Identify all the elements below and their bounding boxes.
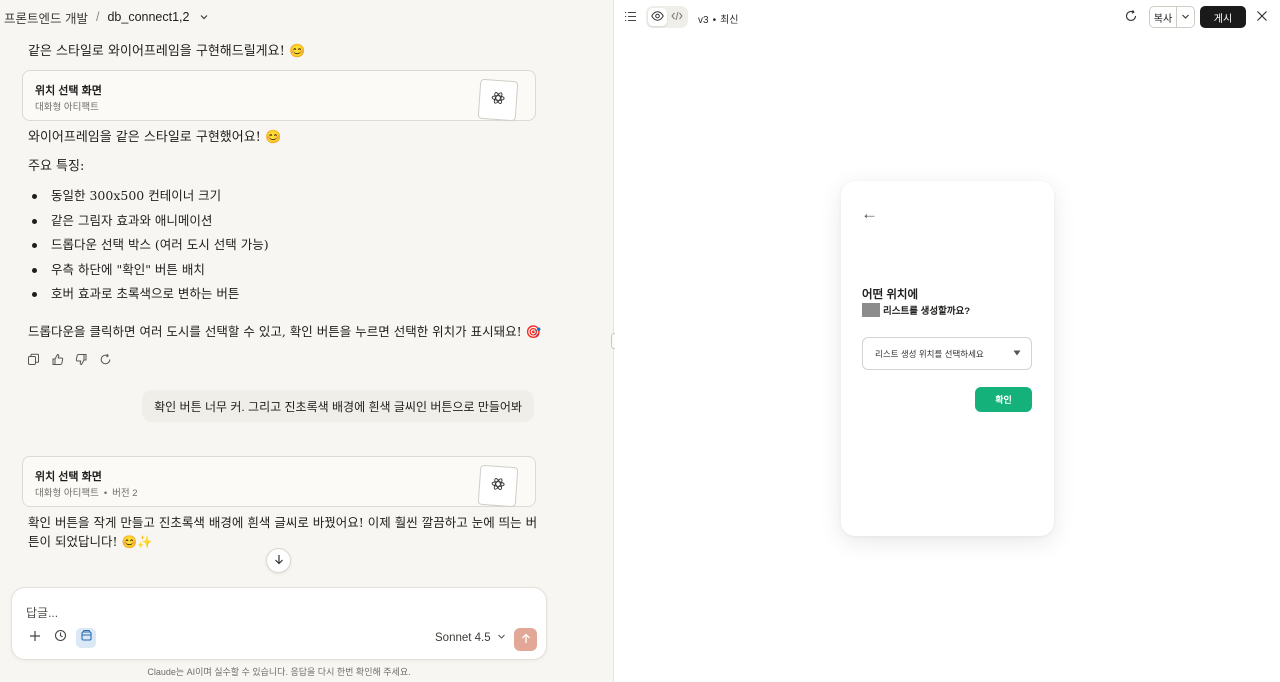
artifact-title: 위치 선택 화면	[35, 85, 102, 97]
list-item: 우측 하단에 "확인" 버튼 배치	[32, 260, 269, 285]
features-list: 동일한 300x500 컨테이너 크기 같은 그림자 효과와 애니메이션 드롭다…	[32, 186, 269, 309]
confirm-button[interactable]: 확인	[975, 387, 1032, 412]
archive-box-icon	[80, 629, 93, 647]
list-item: 동일한 300x500 컨테이너 크기	[32, 186, 269, 211]
eye-icon	[651, 8, 664, 26]
close-icon[interactable]	[1256, 10, 1269, 23]
breadcrumb-project-folder[interactable]: 프론트엔드 개발	[4, 8, 88, 27]
question-title-line2: 리스트를 생성할까요?	[862, 303, 970, 317]
redacted-block	[862, 303, 880, 317]
artifact-subtitle: 대화형 아티팩트	[35, 102, 99, 113]
clock-icon	[54, 629, 67, 647]
preview-toolbar: v3 • 최신 복사 게시	[615, 0, 1280, 34]
retry-icon[interactable]	[99, 353, 113, 367]
chevron-down-icon[interactable]	[199, 12, 209, 22]
composer-input[interactable]: 답글...	[26, 604, 58, 621]
artifact-card[interactable]: 위치 선택 화면 대화형 아티팩트	[22, 70, 536, 122]
chevron-down-icon	[1181, 8, 1190, 26]
message-composer[interactable]: 답글... Sonnet 4.5	[11, 587, 547, 660]
arrow-up-icon	[521, 631, 531, 649]
plus-icon	[29, 629, 41, 647]
select-placeholder: 리스트 생성 위치를 선택하세요	[875, 348, 984, 359]
question-title-line1: 어떤 위치에	[862, 289, 919, 301]
model-selector[interactable]: Sonnet 4.5	[435, 632, 506, 644]
preview-view-button[interactable]	[648, 8, 667, 26]
artifact-subtitle: 대화형 아티팩트 • 버전 2	[35, 488, 138, 499]
ai-disclaimer: Claude는 AI이며 실수할 수 있습니다. 응답을 다시 한번 확인해 주…	[147, 667, 411, 677]
arrow-down-icon	[274, 552, 284, 570]
conversation-title[interactable]: db_connect1,2	[107, 10, 189, 24]
list-item: 호버 효과로 초록색으로 변하는 버튼	[32, 284, 269, 309]
caret-down-icon	[1013, 349, 1021, 357]
model-name: Sonnet 4.5	[435, 632, 491, 644]
thumbs-down-icon[interactable]	[75, 353, 89, 367]
version-status: 최신	[720, 15, 739, 26]
scroll-to-bottom-button[interactable]	[266, 548, 291, 573]
list-item: 같은 그림자 효과와 애니메이션	[32, 211, 269, 236]
code-view-button[interactable]	[667, 8, 686, 26]
send-button[interactable]	[514, 628, 537, 651]
react-atom-icon	[490, 476, 505, 496]
features-heading: 주요 특징:	[28, 159, 85, 174]
react-atom-icon	[490, 90, 505, 110]
wireframe-card: ← 어떤 위치에 리스트를 생성할까요? 리스트 생성 위치를 선택하세요 확인	[841, 181, 1054, 536]
artifact-preview-pane: v3 • 최신 복사 게시 ← 어떤 위치에 리스트를 생성할까요? 리스트 생성 …	[615, 0, 1280, 682]
chat-header: 프론트엔드 개발 / db_connect1,2	[0, 0, 614, 34]
message-actions	[27, 353, 113, 367]
code-icon	[670, 8, 683, 26]
assistant-summary: 와이어프레임을 같은 스타일로 구현했어요! 😊	[28, 130, 282, 145]
version-indicator[interactable]: v3 • 최신	[698, 11, 738, 26]
copy-button[interactable]: 복사	[1150, 7, 1177, 27]
chevron-down-icon	[497, 632, 506, 644]
artifact-version: 버전 2	[112, 488, 138, 499]
artifact-thumbnail	[477, 78, 519, 122]
chat-pane: 프론트엔드 개발 / db_connect1,2 같은 스타일로 와이어프레임을…	[0, 0, 614, 682]
location-select[interactable]: 리스트 생성 위치를 선택하세요	[862, 337, 1032, 370]
refresh-icon[interactable]	[1124, 9, 1139, 24]
publish-button[interactable]: 게시	[1200, 6, 1246, 28]
assistant-outro: 드롭다운을 클릭하면 여러 도시를 선택할 수 있고, 확인 버튼을 누르면 선…	[28, 324, 542, 339]
list-icon[interactable]	[624, 10, 637, 23]
copy-options-dropdown[interactable]	[1177, 7, 1194, 27]
breadcrumb-separator: /	[95, 10, 100, 24]
user-message: 확인 버튼 너무 커. 그리고 진초록색 배경에 흰색 글씨인 버튼으로 만들어…	[142, 390, 534, 422]
assistant-reply-line1: 확인 버튼을 작게 만들고 진초록색 배경에 흰색 글씨로 바꿨어요! 이제 훨…	[28, 515, 538, 530]
thumbs-up-icon[interactable]	[51, 353, 65, 367]
artifact-thumbnail	[477, 464, 519, 508]
view-toggle[interactable]	[646, 6, 688, 28]
artifact-title: 위치 선택 화면	[35, 471, 102, 483]
history-button[interactable]	[50, 628, 70, 648]
copy-button-group: 복사	[1149, 6, 1195, 28]
project-tool-button[interactable]	[76, 628, 96, 648]
back-arrow-button[interactable]: ←	[861, 205, 878, 222]
assistant-intro: 같은 스타일로 와이어프레임을 구현해드릴게요! 😊	[28, 44, 306, 59]
assistant-reply-line2: 튼이 되었답니다! 😊✨	[28, 534, 153, 549]
artifact-card[interactable]: 위치 선택 화면 대화형 아티팩트 • 버전 2	[22, 456, 536, 508]
copy-icon[interactable]	[27, 353, 41, 367]
version-label: v3	[698, 15, 709, 26]
add-attachment-button[interactable]	[25, 628, 45, 648]
list-item: 드롭다운 선택 박스 (여러 도시 선택 가능)	[32, 235, 269, 260]
